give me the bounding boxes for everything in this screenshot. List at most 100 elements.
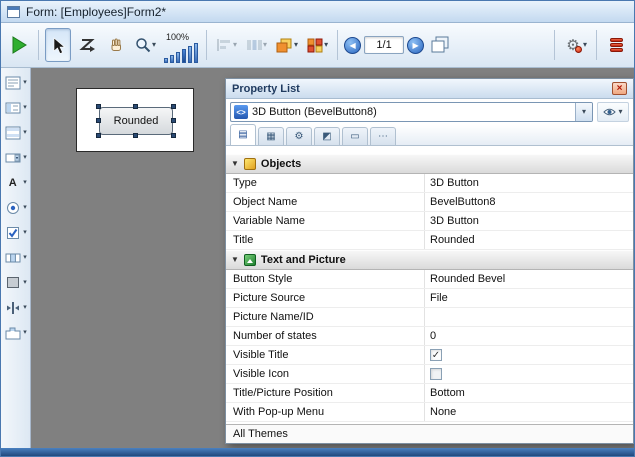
selection-handle[interactable] bbox=[96, 118, 101, 123]
object-type-icon: <> bbox=[234, 105, 248, 119]
themes-footer[interactable]: All Themes bbox=[226, 424, 633, 443]
visible-icon-checkbox[interactable] bbox=[430, 368, 442, 380]
chevron-down-icon[interactable]: ▾ bbox=[23, 79, 27, 86]
tab-properties[interactable]: ▤ bbox=[230, 124, 256, 145]
form-pages-button[interactable] bbox=[427, 28, 453, 62]
combo-arrow-button[interactable]: ▾ bbox=[575, 103, 592, 121]
form-page[interactable]: Rounded bbox=[76, 88, 194, 152]
execute-form-button[interactable] bbox=[6, 28, 32, 62]
tool-checkbox[interactable]: ▾ bbox=[4, 225, 27, 240]
chevron-down-icon[interactable]: ▾ bbox=[23, 279, 27, 286]
tool-splitter[interactable]: ▾ bbox=[4, 300, 27, 315]
tab-more[interactable]: ⋯ bbox=[370, 127, 396, 145]
form-canvas[interactable]: Rounded Property List × bbox=[31, 68, 634, 448]
property-value[interactable]: Rounded bbox=[424, 231, 633, 249]
view-filter-button[interactable]: ▾ bbox=[597, 102, 629, 122]
selected-object[interactable]: Rounded bbox=[99, 107, 173, 135]
toolbar-separator bbox=[206, 30, 207, 60]
object-selector-dropdown[interactable]: <> 3D Button (BevelButton8) ▾ bbox=[230, 102, 593, 122]
selected-object-name: 3D Button (BevelButton8) bbox=[252, 106, 571, 118]
chevron-down-icon[interactable]: ▾ bbox=[23, 129, 27, 136]
record-dot-icon bbox=[575, 46, 582, 53]
selection-handle[interactable] bbox=[96, 133, 101, 138]
tool-combo-box[interactable]: ▾ bbox=[4, 150, 27, 165]
property-name: With Pop-up Menu bbox=[226, 403, 424, 421]
collapse-triangle-icon[interactable]: ▼ bbox=[231, 160, 239, 168]
visible-title-checkbox[interactable]: ✓ bbox=[430, 349, 442, 361]
tab-appearance[interactable]: ▦ bbox=[258, 127, 284, 145]
database-button[interactable] bbox=[603, 28, 629, 62]
tool-text-area[interactable]: ▾ bbox=[4, 75, 27, 90]
property-name: Number of states bbox=[226, 327, 424, 345]
property-list-titlebar[interactable]: Property List × bbox=[226, 79, 633, 99]
property-grid: ▼ Objects Type 3D Button Object Name Bev… bbox=[226, 146, 633, 424]
property-value[interactable]: 3D Button bbox=[424, 174, 633, 192]
tool-tab-control[interactable]: ▾ bbox=[4, 325, 27, 340]
chevron-down-icon[interactable]: ▾ bbox=[23, 104, 27, 111]
property-value[interactable]: File bbox=[424, 289, 633, 307]
property-value[interactable] bbox=[424, 308, 633, 326]
prev-icon: ◀ bbox=[350, 41, 356, 50]
distribute-icon bbox=[246, 38, 262, 52]
group-tool-button[interactable]: ▾ bbox=[304, 28, 331, 62]
chevron-down-icon[interactable]: ▾ bbox=[23, 304, 27, 311]
property-value[interactable]: Rounded Bevel bbox=[424, 270, 633, 288]
property-row-object-name: Object Name BevelButton8 bbox=[226, 193, 633, 212]
property-value[interactable]: 0 bbox=[424, 327, 633, 345]
tool-button-grid[interactable]: ▾ bbox=[4, 250, 27, 265]
zoom-bars[interactable] bbox=[164, 43, 198, 63]
chevron-down-icon[interactable]: ▾ bbox=[23, 254, 27, 261]
section-header-text-and-picture[interactable]: ▼ Text and Picture bbox=[226, 250, 633, 270]
form-editor-window: Form: [Employees]Form2* bbox=[0, 0, 635, 457]
close-icon[interactable]: × bbox=[612, 82, 627, 95]
selection-handle[interactable] bbox=[171, 118, 176, 123]
previous-page-button[interactable]: ◀ bbox=[344, 37, 361, 54]
page-indicator-label: 1/1 bbox=[376, 39, 391, 51]
input-field-icon bbox=[4, 100, 21, 115]
selection-handle[interactable] bbox=[171, 133, 176, 138]
tool-rectangle[interactable]: ▾ bbox=[4, 275, 27, 290]
chevron-down-icon: ▾ bbox=[324, 41, 328, 49]
collapse-triangle-icon[interactable]: ▼ bbox=[231, 256, 239, 264]
select-tool-button[interactable] bbox=[45, 28, 71, 62]
selection-handle[interactable] bbox=[171, 104, 176, 109]
window-titlebar[interactable]: Form: [Employees]Form2* bbox=[1, 1, 634, 23]
selection-handle[interactable] bbox=[133, 133, 138, 138]
tab-settings[interactable]: ⚙ bbox=[286, 127, 312, 145]
object-selector-row: <> 3D Button (BevelButton8) ▾ ▾ bbox=[226, 99, 633, 125]
zoom-scale-control[interactable]: 100% bbox=[162, 26, 200, 64]
section-header-objects[interactable]: ▼ Objects bbox=[226, 154, 633, 174]
tab-display[interactable]: ▭ bbox=[342, 127, 368, 145]
selection-handle[interactable] bbox=[96, 104, 101, 109]
property-value[interactable]: Bottom bbox=[424, 384, 633, 402]
tab-coordinates[interactable]: ◩ bbox=[314, 127, 340, 145]
tool-radio-button[interactable]: ▾ bbox=[4, 200, 27, 215]
property-name: Picture Name/ID bbox=[226, 308, 424, 326]
group-icon bbox=[307, 38, 323, 53]
tool-list-box[interactable]: ▾ bbox=[4, 125, 27, 140]
move-tool-button[interactable] bbox=[103, 28, 129, 62]
settings-button[interactable]: ⚙ ▾ bbox=[561, 28, 590, 62]
zoom-tool-button[interactable]: ▾ bbox=[132, 28, 159, 62]
distribute-tool-button[interactable]: ▾ bbox=[243, 28, 270, 62]
chevron-down-icon[interactable]: ▾ bbox=[23, 179, 27, 186]
property-value[interactable]: BevelButton8 bbox=[424, 193, 633, 211]
chevron-down-icon[interactable]: ▾ bbox=[23, 154, 27, 161]
align-tool-button[interactable]: ▾ bbox=[213, 28, 240, 62]
next-page-button[interactable]: ▶ bbox=[407, 37, 424, 54]
property-list-window: Property List × <> 3D Button (BevelButto… bbox=[225, 78, 634, 444]
property-name: Variable Name bbox=[226, 212, 424, 230]
tool-static-text[interactable]: A ▾ bbox=[4, 175, 27, 190]
selection-handle[interactable] bbox=[133, 104, 138, 109]
property-row-with-popup-menu: With Pop-up Menu None bbox=[226, 403, 633, 422]
entry-order-tool-button[interactable] bbox=[74, 28, 100, 62]
splitter-icon bbox=[4, 300, 21, 315]
tool-input-field[interactable]: ▾ bbox=[4, 100, 27, 115]
property-value[interactable]: 3D Button bbox=[424, 212, 633, 230]
rounded-bevel-button[interactable]: Rounded bbox=[99, 107, 173, 135]
chevron-down-icon[interactable]: ▾ bbox=[23, 329, 27, 336]
property-value[interactable]: None bbox=[424, 403, 633, 421]
chevron-down-icon[interactable]: ▾ bbox=[23, 204, 27, 211]
chevron-down-icon[interactable]: ▾ bbox=[23, 229, 27, 236]
level-tool-button[interactable]: ▾ bbox=[273, 28, 301, 62]
